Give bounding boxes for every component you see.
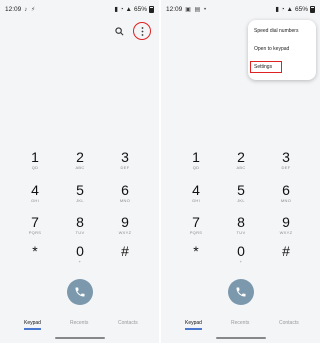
notification-icons: ▣ ▤ • bbox=[185, 6, 208, 13]
battery-icon bbox=[149, 5, 154, 13]
key-0[interactable]: 0 + bbox=[65, 244, 95, 264]
home-indicator[interactable] bbox=[55, 337, 105, 339]
key-4[interactable]: 4 GHI bbox=[181, 183, 211, 203]
bottom-tabs: Keypad Recents Contacts bbox=[0, 320, 159, 332]
phone-icon bbox=[236, 287, 246, 297]
key-7[interactable]: 7 PQRS bbox=[20, 215, 50, 235]
battery-icon bbox=[310, 5, 315, 13]
key-8[interactable]: 8 TUV bbox=[65, 215, 95, 235]
key-2[interactable]: 2 ABC bbox=[226, 150, 256, 170]
battery-percent: 65% bbox=[133, 5, 147, 13]
key-9[interactable]: 9 WXYZ bbox=[271, 215, 301, 235]
tab-contacts[interactable]: Contacts bbox=[279, 320, 299, 326]
key-hash[interactable]: # bbox=[110, 244, 140, 264]
call-button[interactable] bbox=[228, 279, 254, 305]
key-5[interactable]: 5 JKL bbox=[226, 183, 256, 203]
key-hash[interactable]: # bbox=[271, 244, 301, 264]
battery-percent: 65% bbox=[294, 5, 308, 13]
key-1[interactable]: 1 QD bbox=[20, 150, 50, 170]
search-icon[interactable] bbox=[112, 24, 126, 38]
active-tab-indicator bbox=[24, 328, 41, 330]
tab-contacts[interactable]: Contacts bbox=[118, 320, 138, 326]
phone-screen-left: 12:09 ♪ ⚡ ▮ ◔ ▲ 65% 1 QD 2 ABC 3 DEF 4 GHI 5… bbox=[0, 0, 159, 343]
signal-icons: ▮ ◔ ▲ bbox=[275, 6, 293, 13]
key-6[interactable]: 6 MNO bbox=[110, 183, 140, 203]
key-0[interactable]: 0 + bbox=[226, 244, 256, 264]
tab-recents[interactable]: Recents bbox=[70, 320, 88, 326]
call-button[interactable] bbox=[67, 279, 93, 305]
active-tab-indicator bbox=[185, 328, 202, 330]
key-5[interactable]: 5 JKL bbox=[65, 183, 95, 203]
key-7[interactable]: 7 PQRS bbox=[181, 215, 211, 235]
menu-item-speed-dial[interactable]: Speed dial numbers bbox=[254, 28, 298, 34]
status-bar: 12:09 ▣ ▤ • ▮ ◔ ▲ 65% bbox=[161, 3, 320, 15]
menu-item-open-to-keypad[interactable]: Open to keypad bbox=[254, 46, 289, 52]
key-4[interactable]: 4 GHI bbox=[20, 183, 50, 203]
status-time: 12:09 bbox=[166, 5, 183, 13]
notification-icons: ♪ ⚡ bbox=[24, 6, 37, 13]
tab-keypad[interactable]: Keypad bbox=[185, 320, 202, 330]
more-vert-icon bbox=[141, 26, 143, 36]
home-indicator[interactable] bbox=[216, 337, 266, 339]
bottom-tabs: Keypad Recents Contacts bbox=[161, 320, 320, 332]
key-1[interactable]: 1 QD bbox=[181, 150, 211, 170]
signal-icons: ▮ ◔ ▲ bbox=[114, 6, 132, 13]
key-9[interactable]: 9 WXYZ bbox=[110, 215, 140, 235]
overflow-menu: Speed dial numbers Open to keypad Settin… bbox=[248, 20, 316, 80]
tab-keypad[interactable]: Keypad bbox=[24, 320, 41, 330]
key-star[interactable]: * bbox=[181, 244, 211, 264]
key-8[interactable]: 8 TUV bbox=[226, 215, 256, 235]
more-options-button[interactable] bbox=[133, 22, 151, 40]
phone-screen-right: 12:09 ▣ ▤ • ▮ ◔ ▲ 65% Speed dial numbers… bbox=[161, 0, 320, 343]
status-time: 12:09 bbox=[5, 5, 22, 13]
key-star[interactable]: * bbox=[20, 244, 50, 264]
menu-item-settings[interactable]: Settings bbox=[250, 61, 282, 73]
key-3[interactable]: 3 DEF bbox=[110, 150, 140, 170]
phone-icon bbox=[75, 287, 85, 297]
tab-recents[interactable]: Recents bbox=[231, 320, 249, 326]
key-2[interactable]: 2 ABC bbox=[65, 150, 95, 170]
key-6[interactable]: 6 MNO bbox=[271, 183, 301, 203]
key-3[interactable]: 3 DEF bbox=[271, 150, 301, 170]
status-bar: 12:09 ♪ ⚡ ▮ ◔ ▲ 65% bbox=[0, 3, 159, 15]
